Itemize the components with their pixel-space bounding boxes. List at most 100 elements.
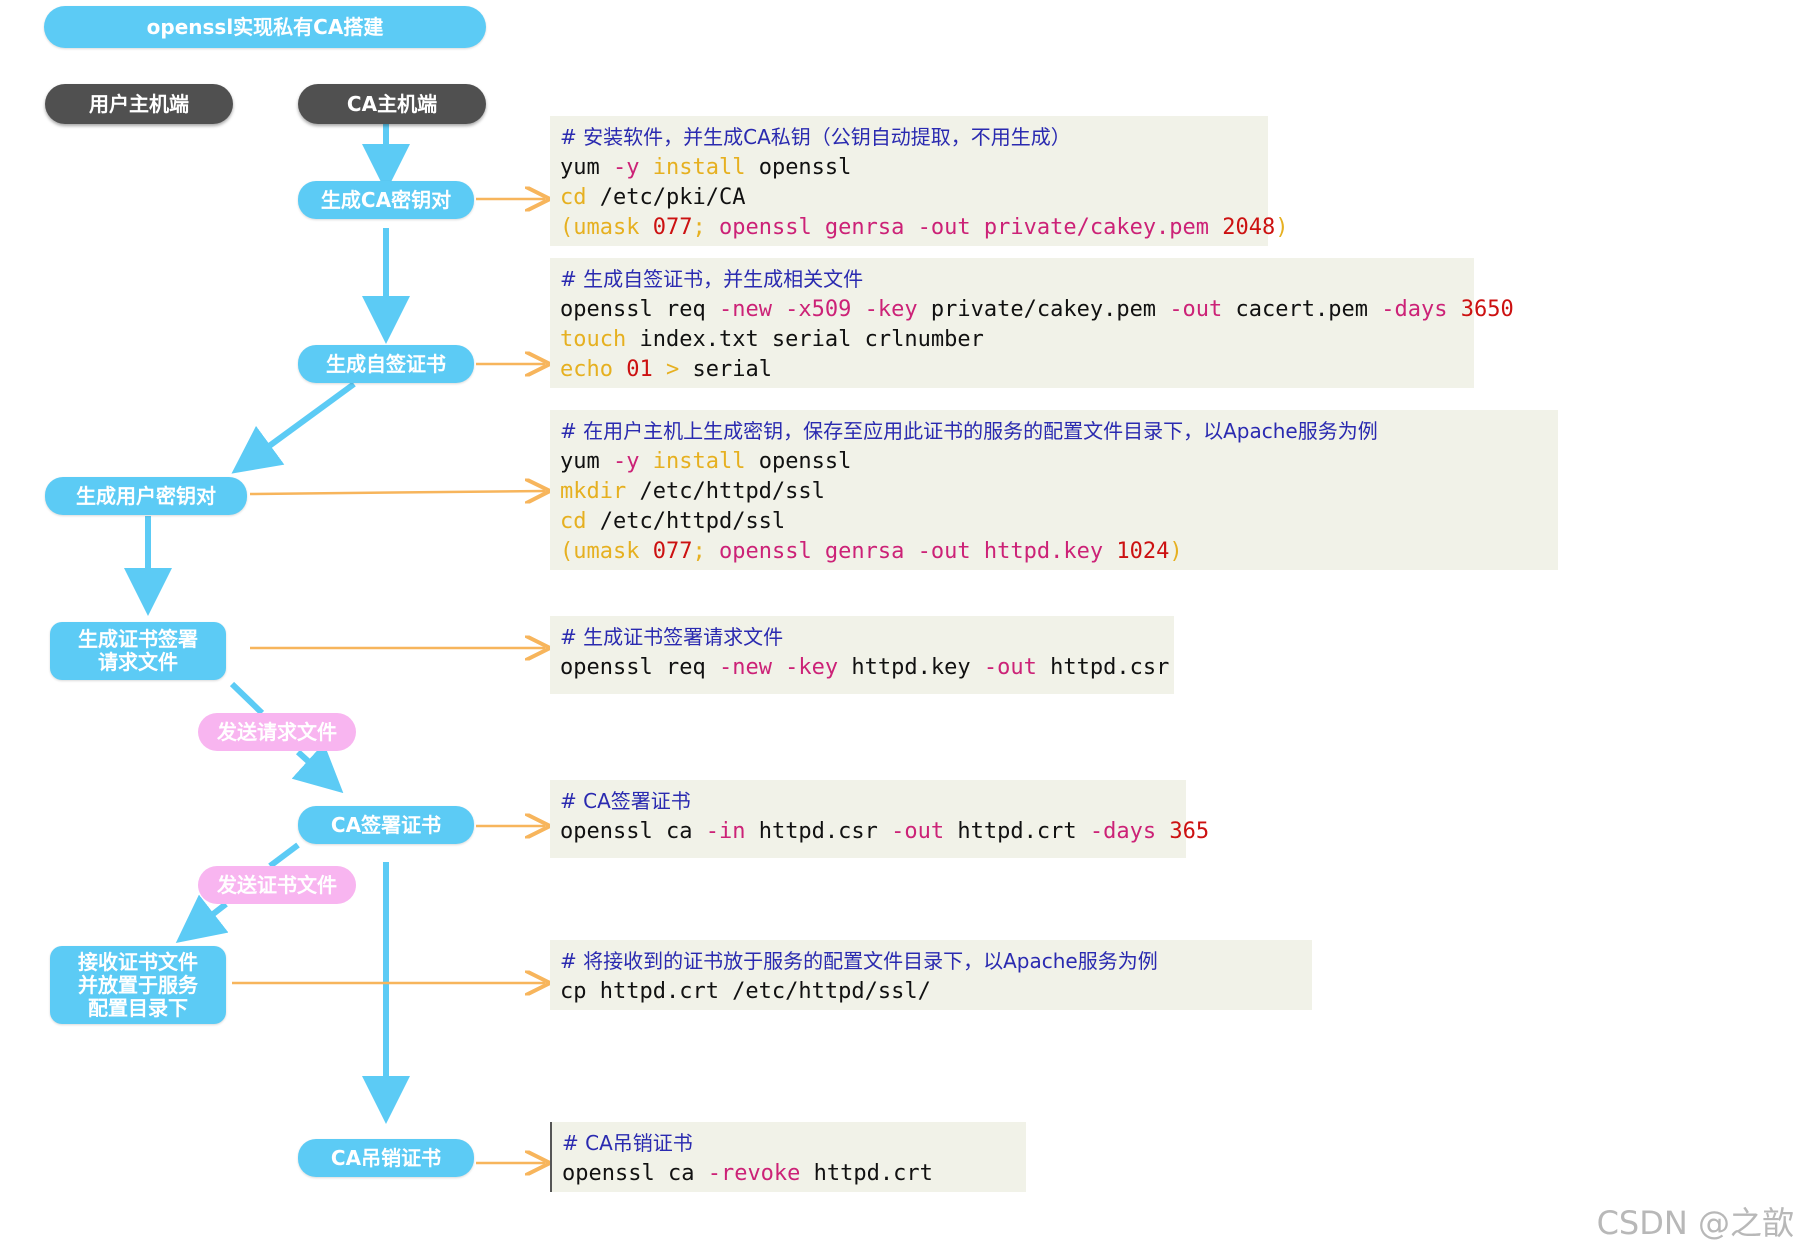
code-token: yum (560, 155, 613, 180)
node-generate-user-keypair: 生成用户密钥对 (45, 477, 247, 515)
code-line: yum -y install openssl (560, 447, 1548, 477)
code-line: openssl req -new -key httpd.key -out htt… (560, 653, 1169, 683)
code-block: # CA吊销证书 openssl ca -revoke httpd.crt (550, 1122, 1026, 1192)
code-token: -out (1169, 297, 1223, 322)
code-token: httpd.csr (745, 819, 892, 844)
code-token: > (652, 357, 693, 382)
code-token: ; (692, 539, 719, 564)
code-token: cp httpd.crt /etc/httpd/ssl/ (560, 979, 931, 1004)
code-token: ( (560, 539, 574, 564)
code-token: # CA签署证书 (560, 789, 691, 813)
code-token: -days (1089, 819, 1157, 844)
code-line: openssl req -new -x509 -key private/cake… (560, 295, 1514, 325)
code-token: serial (692, 357, 772, 382)
flow-arrow (268, 842, 300, 869)
code-token: openssl ca (562, 1161, 708, 1186)
code-token: openssl (745, 449, 852, 474)
code-token: umask (573, 215, 640, 240)
code-token: index.txt serial crlnumber (626, 327, 984, 352)
code-token: -revoke (707, 1161, 801, 1186)
code-token: # 在用户主机上生成密钥，保存至应用此证书的服务的配置文件目录下，以Apache… (560, 419, 1378, 443)
node-generate-ca-keypair: 生成CA密钥对 (298, 181, 474, 219)
code-comment-line: # 安装软件，并生成CA私钥（公钥自动提取，不用生成） (560, 122, 1258, 153)
code-token: -in (705, 819, 746, 844)
code-token: cd (560, 185, 587, 210)
code-token: openssl req (560, 655, 719, 680)
code-token: httpd.key (838, 655, 984, 680)
flow-arrow (175, 894, 229, 944)
node-send-cert-file: 发送证书文件 (198, 866, 356, 904)
code-token: # 安装软件，并生成CA私钥（公钥自动提取，不用生成） (560, 125, 1071, 149)
code-token: ( (560, 215, 574, 240)
code-token: ) (1275, 215, 1289, 240)
node-generate-csr: 生成证书签署 请求文件 (50, 622, 226, 680)
code-token: httpd.crt (800, 1161, 933, 1186)
code-line: echo 01 > serial (560, 355, 1464, 385)
code-token: httpd.csr (1036, 655, 1170, 680)
code-line: mkdir /etc/httpd/ssl (560, 477, 1548, 507)
code-line: touch index.txt serial crlnumber (560, 325, 1464, 355)
code-comment-line: # 在用户主机上生成密钥，保存至应用此证书的服务的配置文件目录下，以Apache… (560, 416, 1548, 447)
node-ca-sign-cert: CA签署证书 (298, 806, 474, 844)
code-token: /etc/httpd/ssl (626, 479, 825, 504)
code-block: # 在用户主机上生成密钥，保存至应用此证书的服务的配置文件目录下，以Apache… (550, 410, 1558, 570)
node-generate-self-signed-cert: 生成自签证书 (298, 345, 474, 383)
code-token: 077 (639, 539, 693, 564)
code-token: ) (1169, 539, 1183, 564)
node-send-request-file: 发送请求文件 (198, 713, 356, 751)
code-token: cd (560, 509, 587, 534)
diagram-title: openssl实现私有CA搭建 (44, 6, 486, 48)
code-line: (umask 077; openssl genrsa -out private/… (560, 213, 1289, 243)
code-token: yum (560, 449, 613, 474)
flow-arrow (291, 743, 344, 794)
code-line: (umask 077; openssl genrsa -out httpd.ke… (560, 537, 1548, 567)
code-token: -days (1381, 297, 1448, 322)
code-line: openssl ca -revoke httpd.crt (562, 1159, 1016, 1189)
code-token: /etc/pki/CA (586, 185, 746, 210)
code-comment-line: # 生成自签证书，并生成相关文件 (560, 264, 1464, 295)
code-token: openssl genrsa -out private/cakey.pem (718, 215, 1223, 240)
code-token: umask (573, 539, 640, 564)
code-line: openssl ca -in httpd.csr -out httpd.crt … (560, 817, 1209, 847)
code-token: # 生成自签证书，并生成相关文件 (560, 267, 864, 291)
code-token: openssl ca (560, 819, 706, 844)
code-token: -out (891, 819, 945, 844)
code-token: install (652, 449, 746, 474)
code-token: touch (560, 327, 627, 352)
code-token: 1024 (1116, 539, 1170, 564)
code-token: # 生成证书签署请求文件 (560, 625, 784, 649)
code-token: -new -key (718, 655, 839, 680)
code-block: # CA签署证书 openssl ca -in httpd.csr -out ht… (550, 780, 1209, 858)
code-token: private/cakey.pem (917, 297, 1170, 322)
code-block: # 生成自签证书，并生成相关文件 openssl req -new -x509 -… (550, 258, 1514, 388)
code-token: 01 (612, 357, 653, 382)
code-token: mkdir (560, 479, 627, 504)
column-header-ca: CA主机端 (298, 84, 486, 124)
code-line: cp httpd.crt /etc/httpd/ssl/ (560, 977, 1302, 1007)
code-comment-line: # 将接收到的证书放于服务的配置文件目录下，以Apache服务为例 (560, 946, 1302, 977)
code-token: /etc/httpd/ssl (586, 509, 786, 534)
code-block: # 将接收到的证书放于服务的配置文件目录下，以Apache服务为例 cp http… (550, 940, 1312, 1010)
code-comment-line: # CA签署证书 (560, 786, 1176, 817)
code-line: cd /etc/httpd/ssl (560, 507, 1548, 537)
code-line: yum -y install openssl (560, 153, 1258, 183)
code-token: openssl req (560, 297, 719, 322)
code-token: # 将接收到的证书放于服务的配置文件目录下，以Apache服务为例 (560, 949, 1158, 973)
code-line: cd /etc/pki/CA (560, 183, 1258, 213)
node-ca-revoke-cert: CA吊销证书 (298, 1139, 474, 1177)
code-token: openssl (745, 155, 852, 180)
code-token: openssl genrsa -out httpd.key (718, 539, 1117, 564)
code-token: echo (560, 357, 613, 382)
watermark: CSDN @之歆 (1596, 1204, 1794, 1242)
flow-arrow (229, 681, 265, 716)
code-token: httpd.crt (944, 819, 1090, 844)
code-token: -y (612, 449, 653, 474)
code-token: 3650 (1447, 297, 1514, 322)
node-receive-cert: 接收证书文件 并放置于服务 配置目录下 (50, 946, 226, 1024)
code-comment-line: # CA吊销证书 (562, 1128, 1016, 1159)
code-token: 365 (1156, 819, 1210, 844)
code-comment-line: # 生成证书签署请求文件 (560, 622, 1164, 653)
code-arrow (249, 491, 545, 494)
code-token: # CA吊销证书 (562, 1131, 693, 1155)
code-block: # 安装软件，并生成CA私钥（公钥自动提取，不用生成） yum -y instal… (550, 116, 1289, 246)
